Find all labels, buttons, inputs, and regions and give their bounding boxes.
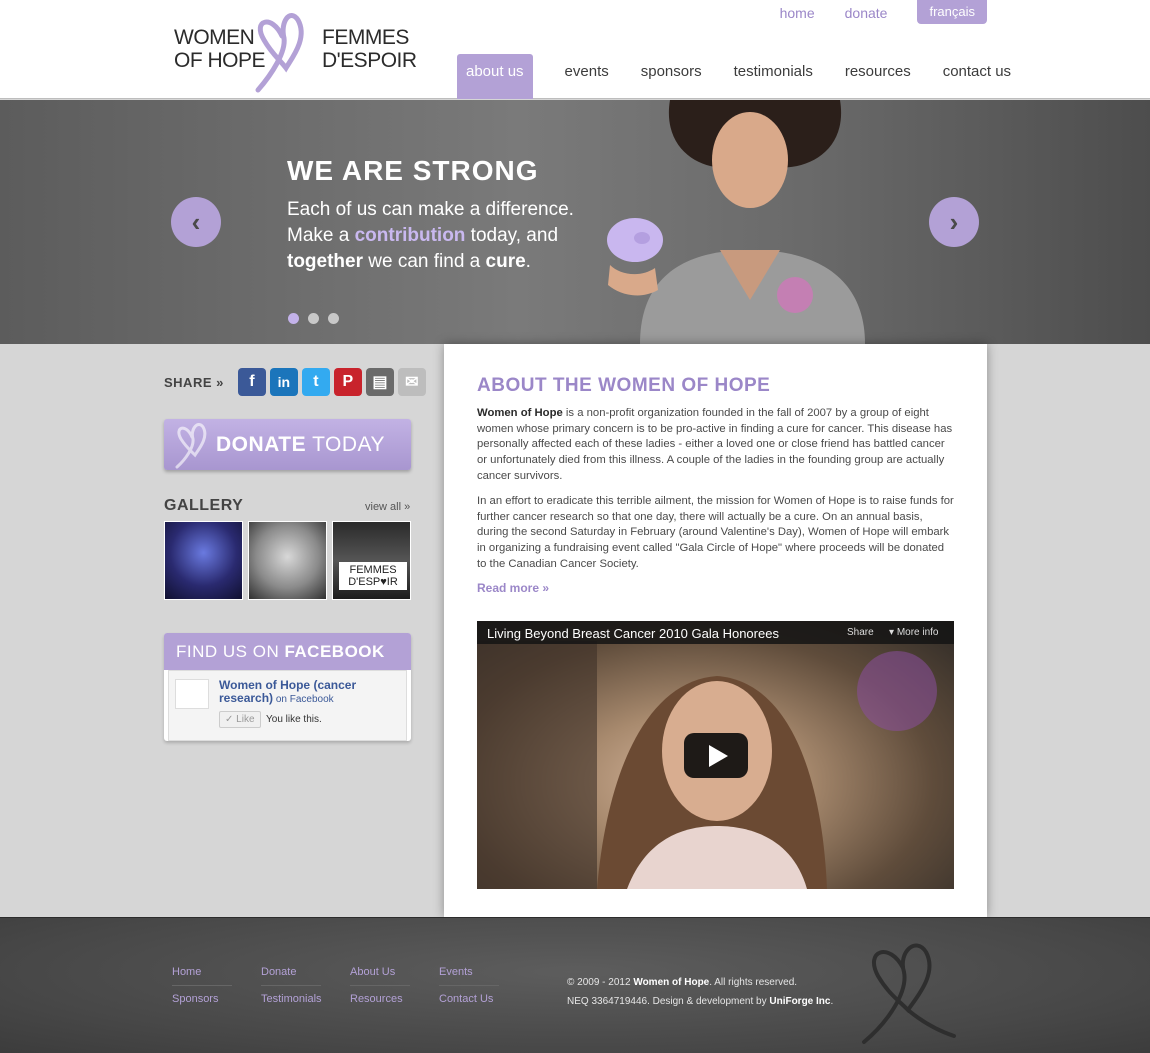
slider-dot-1[interactable] — [288, 313, 299, 324]
twitter-icon[interactable]: t — [301, 368, 330, 396]
email-icon[interactable]: ✉ — [397, 368, 426, 396]
gallery-thumb-1[interactable] — [164, 521, 243, 600]
footer-link-testimonials[interactable]: Testimonials — [261, 993, 322, 1012]
footer-col-4: Events Contact Us — [439, 966, 499, 1019]
facebook-widget-title: FIND US ON FACEBOOK — [164, 633, 411, 670]
facebook-like-button[interactable]: ✓ Like — [219, 711, 261, 728]
logo-text-fr: FEMMES D'ESPOIR — [322, 26, 417, 72]
uniforge-link[interactable]: UniForge Inc — [769, 996, 830, 1007]
hero-line-1: Each of us can make a difference. — [287, 199, 574, 220]
about-paragraph-1: Women of Hope is a non-profit organizati… — [477, 407, 953, 482]
video-more-info-button[interactable]: ▾ More info — [889, 627, 939, 638]
slider-dots — [288, 313, 348, 324]
ribbon-icon — [175, 423, 207, 469]
donate-label: DONATE TODAY — [216, 432, 385, 456]
nav-testimonials[interactable]: testimonials — [734, 54, 813, 99]
chevron-left-icon: ‹ — [191, 206, 201, 237]
footer-link-about-us[interactable]: About Us — [350, 966, 410, 986]
top-link-donate[interactable]: donate — [845, 5, 888, 21]
read-more-link[interactable]: Read more » — [477, 581, 549, 595]
video-title-bar: Living Beyond Breast Cancer 2010 Gala Ho… — [477, 621, 954, 644]
site-footer: Home Sponsors Donate Testimonials About … — [0, 917, 1150, 1053]
nav-events[interactable]: events — [565, 54, 609, 99]
chevron-right-icon: › — [949, 206, 959, 237]
facebook-icon[interactable]: f — [237, 368, 266, 396]
footer-link-resources[interactable]: Resources — [350, 993, 410, 1012]
hero-slider: WE ARE STRONG Each of us can make a diff… — [0, 100, 1150, 344]
logo-text-en: WOMEN OF HOPE — [174, 26, 266, 72]
credits-line: NEQ 3364719446. Design & development by … — [567, 996, 834, 1007]
footer-copyright: © 2009 - 2012 Women of Hope. All rights … — [567, 973, 833, 1011]
pinterest-icon[interactable]: P — [333, 368, 362, 396]
gallery-thumb-3[interactable]: FEMMES D'ESP♥IR — [332, 521, 411, 600]
linkedin-icon[interactable]: in — [269, 368, 298, 396]
print-icon[interactable]: ▤ — [365, 368, 394, 396]
chevron-down-icon: ▾ — [889, 627, 897, 638]
play-icon — [708, 744, 728, 767]
footer-link-contact-us[interactable]: Contact Us — [439, 993, 499, 1012]
slider-dot-2[interactable] — [308, 313, 319, 324]
site-header: WOMEN OF HOPE FEMMES D'ESPOIR home donat… — [0, 0, 1150, 99]
nav-contact-us[interactable]: contact us — [943, 54, 1011, 99]
slider-prev-button[interactable]: ‹ — [171, 197, 221, 247]
gallery-thumbnails: FEMMES D'ESP♥IR — [164, 521, 416, 600]
video-title[interactable]: Living Beyond Breast Cancer 2010 Gala Ho… — [487, 626, 779, 641]
slider-dot-3[interactable] — [328, 313, 339, 324]
nav-about-us[interactable]: about us — [457, 54, 533, 99]
hero-line-3: together we can find a cure. — [287, 251, 531, 272]
footer-col-3: About Us Resources — [350, 966, 410, 1019]
main-content: ABOUT THE WOMEN OF HOPE Women of Hope is… — [444, 344, 987, 917]
language-toggle[interactable]: français — [917, 0, 987, 24]
video-share-button[interactable]: Share — [847, 627, 874, 638]
facebook-like-status: You like this. — [266, 714, 322, 725]
copyright-line: © 2009 - 2012 Women of Hope. All rights … — [567, 977, 798, 988]
footer-link-events[interactable]: Events — [439, 966, 499, 986]
facebook-page-name[interactable]: Women of Hope (cancer research) on Faceb… — [219, 679, 399, 706]
hero-line-2: Make a contribution today, and — [287, 225, 559, 246]
facebook-page-box: Women of Hope (cancer research) on Faceb… — [168, 670, 407, 741]
video-play-button[interactable] — [684, 733, 748, 778]
nav-resources[interactable]: resources — [845, 54, 911, 99]
gallery-title: GALLERY — [164, 497, 244, 514]
footer-ribbon-icon — [862, 943, 956, 1044]
footer-link-home[interactable]: Home — [172, 966, 232, 986]
facebook-widget: FIND US ON FACEBOOK Women of Hope (cance… — [164, 633, 411, 741]
footer-col-1: Home Sponsors — [172, 966, 232, 1019]
nav-sponsors[interactable]: sponsors — [641, 54, 702, 99]
slider-next-button[interactable]: › — [929, 197, 979, 247]
about-paragraph-2: In an effort to eradicate this terrible … — [477, 495, 954, 570]
hero-photo — [607, 100, 865, 344]
donate-today-button[interactable]: DONATE TODAY — [164, 419, 411, 470]
footer-link-donate[interactable]: Donate — [261, 966, 321, 986]
hero-tagline: Each of us can make a difference. Make a… — [287, 197, 587, 275]
video-player[interactable]: Living Beyond Breast Cancer 2010 Gala Ho… — [477, 621, 954, 889]
gallery-thumb-2[interactable] — [248, 521, 327, 600]
gallery-thumb-3-text: FEMMES D'ESP♥IR — [339, 562, 407, 590]
share-label: SHARE » — [164, 374, 224, 390]
main-nav: about us events sponsors testimonials re… — [457, 54, 1043, 99]
hero-title: WE ARE STRONG — [287, 155, 539, 186]
footer-link-sponsors[interactable]: Sponsors — [172, 993, 232, 1012]
footer-col-2: Donate Testimonials — [261, 966, 322, 1019]
top-links: home donate français — [750, 0, 987, 24]
page-title: ABOUT THE WOMEN OF HOPE — [477, 375, 771, 396]
top-link-home[interactable]: home — [780, 5, 815, 21]
share-bar: SHARE » f in t P ▤ ✉ — [164, 368, 426, 396]
gallery-view-all-link[interactable]: view all » — [365, 501, 410, 513]
facebook-page-logo[interactable] — [175, 679, 209, 709]
site-logo[interactable]: WOMEN OF HOPE FEMMES D'ESPOIR — [172, 8, 417, 96]
